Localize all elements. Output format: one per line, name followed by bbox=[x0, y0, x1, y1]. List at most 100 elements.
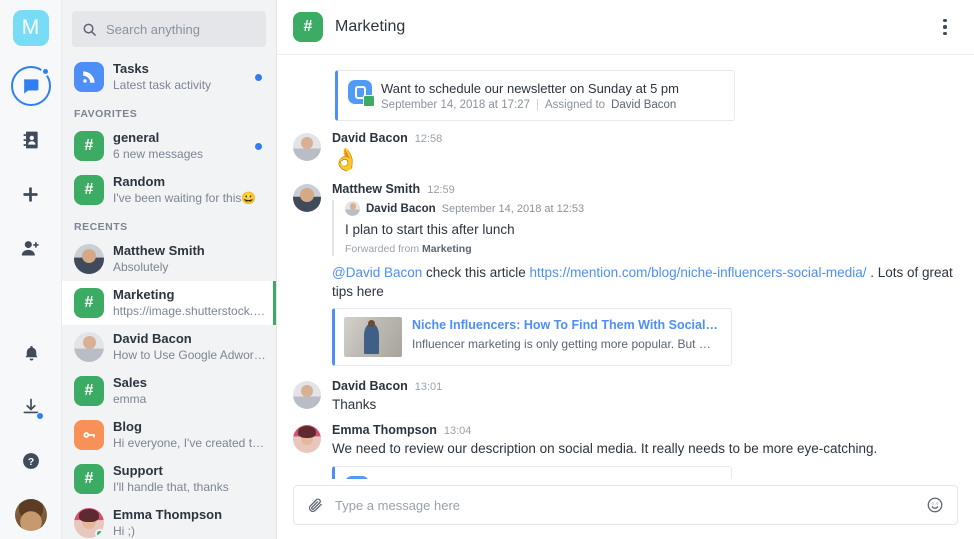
rail-item-help[interactable]: ? bbox=[9, 439, 53, 483]
task-meta: September 14, 2018 at 17:27 | Assigned t… bbox=[381, 99, 679, 111]
sidebar-item-matthew-smith[interactable]: Matthew Smith Absolutely bbox=[62, 237, 276, 281]
rail-item-chats[interactable] bbox=[9, 64, 53, 108]
task-icon bbox=[345, 476, 369, 479]
rail-item-contacts[interactable] bbox=[9, 118, 53, 162]
message-header: David Bacon 12:58 bbox=[332, 131, 958, 145]
icon-rail: M bbox=[0, 0, 62, 539]
composer-container bbox=[277, 479, 974, 539]
task-assigned-label: Assigned to bbox=[545, 99, 605, 111]
quote-time: September 14, 2018 at 12:53 bbox=[442, 203, 585, 215]
forwarded-prefix: Forwarded from bbox=[345, 243, 419, 255]
support-text: Support I'll handle that, thanks bbox=[113, 463, 266, 495]
task-title: Want to schedule our newsletter on Sunda… bbox=[381, 80, 679, 97]
sidebar-item-sales[interactable]: # Sales emma bbox=[62, 369, 276, 413]
message-david-bacon-1: David Bacon 12:58 👌 bbox=[293, 131, 958, 173]
sidebar-item-general[interactable]: # general 6 new messages bbox=[62, 124, 276, 168]
message-author: Matthew Smith bbox=[332, 182, 420, 196]
avatar bbox=[293, 425, 321, 453]
channel-name: Support bbox=[113, 463, 266, 479]
channel-subtitle: Hi ;) bbox=[113, 523, 266, 539]
key-icon bbox=[74, 420, 104, 450]
avatar bbox=[293, 381, 321, 409]
svg-text:?: ? bbox=[28, 457, 34, 468]
bell-icon bbox=[22, 344, 41, 363]
avatar bbox=[293, 184, 321, 212]
chat-unread-badge bbox=[41, 67, 50, 76]
channel-subtitle: How to Use Google Adwords E… bbox=[113, 347, 266, 363]
message-body: Emma Thompson 13:04 We need to review ou… bbox=[332, 423, 958, 479]
message-composer[interactable] bbox=[293, 485, 958, 525]
blog-text: Blog Hi everyone, I've created this c… bbox=[113, 419, 266, 451]
channel-name: Matthew Smith bbox=[113, 243, 266, 259]
marketing-text: Marketing https://image.shutterstock.co… bbox=[113, 287, 266, 319]
sidebar-item-tasks[interactable]: Tasks Latest task activity bbox=[62, 55, 276, 99]
plus-icon bbox=[21, 185, 40, 204]
task-card-top[interactable]: Want to schedule our newsletter on Sunda… bbox=[335, 70, 735, 121]
message-time: 12:58 bbox=[415, 133, 443, 145]
channel-name: Random bbox=[113, 174, 266, 190]
channel-sidebar: Tasks Latest task activity FAVORITES # g… bbox=[62, 0, 277, 539]
rail-item-downloads[interactable] bbox=[9, 385, 53, 429]
rail-item-notifications[interactable] bbox=[9, 331, 53, 375]
channel-subtitle: Absolutely bbox=[113, 259, 266, 275]
quote-author: David Bacon bbox=[366, 203, 436, 215]
channel-name: Blog bbox=[113, 419, 266, 435]
hash-icon: # bbox=[74, 175, 104, 205]
channel-subtitle: emma bbox=[113, 391, 266, 407]
matthew-text: Matthew Smith Absolutely bbox=[113, 243, 266, 275]
avatar bbox=[74, 508, 104, 538]
tasks-rss-icon bbox=[74, 62, 104, 92]
sidebar-item-david-bacon[interactable]: David Bacon How to Use Google Adwords E… bbox=[62, 325, 276, 369]
sidebar-item-blog[interactable]: Blog Hi everyone, I've created this c… bbox=[62, 413, 276, 457]
tasks-text: Tasks Latest task activity bbox=[113, 61, 246, 93]
rail-item-invite[interactable] bbox=[9, 226, 53, 270]
preview-thumbnail bbox=[344, 317, 402, 357]
sidebar-item-marketing[interactable]: # Marketing https://image.shutterstock.c… bbox=[62, 281, 276, 325]
preview-title[interactable]: Niche Influencers: How To Find Them With… bbox=[412, 317, 719, 334]
contacts-icon bbox=[21, 130, 41, 150]
tasks-unread-dot bbox=[255, 74, 262, 81]
message-time: 13:01 bbox=[415, 381, 443, 393]
sidebar-item-support[interactable]: # Support I'll handle that, thanks bbox=[62, 457, 276, 501]
sidebar-item-emma-thompson[interactable]: Emma Thompson Hi ;) bbox=[62, 501, 276, 539]
quote-header: David Bacon September 14, 2018 at 12:53 bbox=[345, 201, 958, 216]
message-input[interactable] bbox=[335, 498, 915, 513]
task-date: September 14, 2018 at 17:27 bbox=[381, 99, 530, 111]
message-david-bacon-2: David Bacon 13:01 Thanks bbox=[293, 379, 958, 414]
mention-david-bacon[interactable]: @David Bacon bbox=[332, 265, 422, 280]
task-card-inline[interactable]: We need to review our description on soc… bbox=[332, 466, 732, 479]
current-user-avatar[interactable] bbox=[15, 499, 47, 531]
task-meta-separator: | bbox=[536, 99, 539, 111]
message-header: David Bacon 13:01 bbox=[332, 379, 958, 393]
message-author: David Bacon bbox=[332, 379, 408, 393]
avatar bbox=[293, 133, 321, 161]
message-author: Emma Thompson bbox=[332, 423, 437, 437]
add-person-icon bbox=[20, 238, 41, 259]
avatar bbox=[345, 201, 360, 216]
channel-name: Marketing bbox=[113, 287, 266, 303]
smiley-icon[interactable] bbox=[926, 496, 944, 514]
message-body: David Bacon 13:01 Thanks bbox=[332, 379, 958, 414]
search-input[interactable] bbox=[106, 22, 256, 37]
kebab-menu-icon[interactable] bbox=[932, 14, 958, 40]
message-emoji: 👌 bbox=[332, 147, 958, 173]
channel-name: Emma Thompson bbox=[113, 507, 266, 523]
message-text: We need to review our description on soc… bbox=[332, 439, 958, 458]
text-before-link: check this article bbox=[422, 265, 529, 280]
workspace-logo[interactable]: M bbox=[13, 10, 49, 46]
rail-item-new[interactable] bbox=[9, 172, 53, 216]
article-link[interactable]: https://mention.com/blog/niche-influence… bbox=[530, 265, 867, 280]
link-preview-card[interactable]: Niche Influencers: How To Find Them With… bbox=[332, 308, 732, 366]
search-box[interactable] bbox=[72, 11, 266, 47]
general-text: general 6 new messages bbox=[113, 130, 246, 162]
help-icon: ? bbox=[21, 451, 41, 471]
avatar bbox=[74, 332, 104, 362]
chat-panel: # Marketing Want to schedule our newslet… bbox=[277, 0, 974, 539]
search-container bbox=[62, 0, 276, 55]
task-icon bbox=[348, 80, 372, 104]
paperclip-icon[interactable] bbox=[307, 497, 324, 514]
sidebar-item-random[interactable]: # Random I've been waiting for this😀 bbox=[62, 168, 276, 212]
section-label-recents: RECENTS bbox=[62, 212, 276, 237]
search-icon bbox=[82, 22, 97, 37]
general-unread-dot bbox=[255, 143, 262, 150]
